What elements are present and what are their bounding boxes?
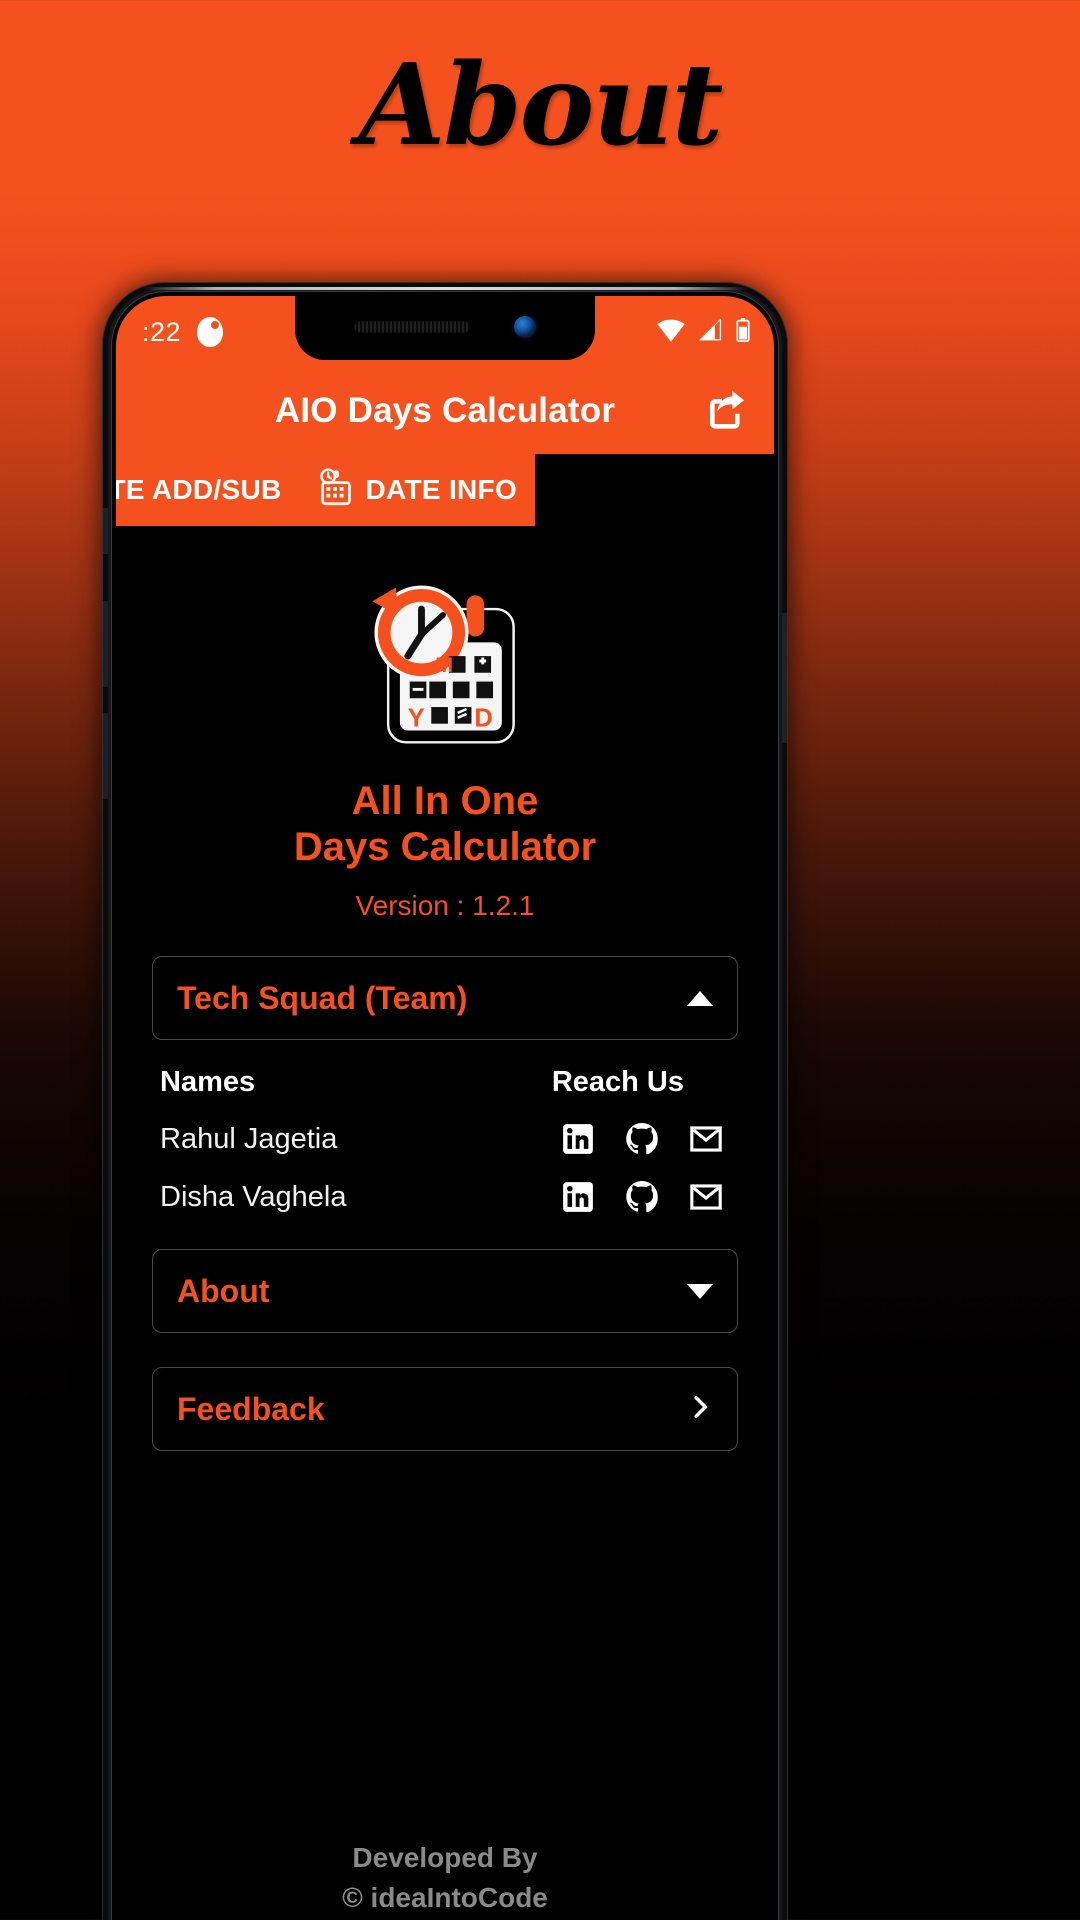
- github-icon[interactable]: [624, 1179, 660, 1215]
- cellular-signal-icon: [697, 317, 727, 348]
- linkedin-icon[interactable]: [560, 1179, 596, 1215]
- tab-label: ATE ADD/SUB: [116, 474, 282, 505]
- app-bar-title: AIO Days Calculator: [274, 391, 616, 430]
- member-links: [560, 1179, 724, 1215]
- app-notification-icon: [197, 317, 224, 347]
- page-title: About: [358, 40, 723, 171]
- phone-mockup: :22 AIO Days Calculator TE ADD/SUB DATE …: [103, 283, 787, 1920]
- calendar-info-icon: [318, 467, 354, 513]
- status-bar-clock: :22: [142, 316, 182, 347]
- team-table-header: Names Reach Us: [152, 1040, 738, 1099]
- tab-date-add-sub[interactable]: ATE ADD/SUB: [116, 454, 300, 526]
- front-camera: [514, 316, 536, 338]
- tab-label: ABOUT ADC: [601, 474, 771, 505]
- svg-text:M: M: [435, 652, 453, 677]
- column-header-names: Names: [160, 1066, 256, 1099]
- status-bar: :22: [116, 296, 774, 368]
- share-icon[interactable]: [700, 385, 752, 437]
- power-button[interactable]: [782, 613, 787, 743]
- tab-label: DATE INFO: [365, 474, 518, 505]
- footer-line1: Developed By: [352, 1841, 538, 1873]
- member-name: Rahul Jagetia: [160, 1122, 338, 1155]
- mute-switch[interactable]: [103, 508, 108, 554]
- github-icon[interactable]: [624, 1121, 660, 1157]
- footer: Developed By © ideaIntoCode: [116, 1838, 774, 1919]
- display-notch: [295, 296, 595, 360]
- svg-text:Y: Y: [408, 705, 425, 733]
- app-version: Version : 1.2.1: [355, 890, 535, 922]
- email-icon[interactable]: [688, 1179, 724, 1215]
- status-bar-left: :22: [142, 316, 224, 348]
- tab-bar: ATE ADD/SUB: [116, 454, 774, 526]
- feedback-panel-label: Feedback: [177, 1390, 325, 1427]
- about-screen-content: M Y D All In One Days Calculator Version…: [116, 526, 774, 1920]
- bezel-highlight: [143, 287, 747, 290]
- member-name: Disha Vaghela: [160, 1180, 347, 1213]
- table-row: Disha Vaghela: [152, 1157, 738, 1215]
- table-row: Rahul Jagetia: [152, 1099, 738, 1157]
- member-links: [560, 1121, 724, 1157]
- chevron-up-icon: [687, 990, 713, 1006]
- app-name-line1: All In One: [351, 779, 539, 823]
- app-name-line2: Days Calculator: [293, 824, 597, 869]
- volume-down-button[interactable]: [103, 713, 108, 799]
- feedback-panel[interactable]: Feedback: [152, 1367, 738, 1452]
- app-bar: AIO Days Calculator: [116, 368, 774, 454]
- earpiece-speaker: [354, 321, 470, 333]
- linkedin-icon[interactable]: [560, 1121, 596, 1157]
- status-bar-right: [654, 317, 754, 348]
- phone-screen: :22 AIO Days Calculator TE ADD/SUB DATE …: [116, 296, 774, 1920]
- team-panel-header[interactable]: Tech Squad (Team): [152, 956, 738, 1041]
- svg-text:D: D: [474, 705, 492, 733]
- team-panel-label: Tech Squad (Team): [177, 979, 468, 1016]
- battery-icon: [736, 317, 750, 347]
- volume-up-button[interactable]: [103, 601, 108, 687]
- footer-line2: © ideaIntoCode: [342, 1882, 548, 1914]
- chevron-down-icon: [687, 1283, 713, 1299]
- chevron-right-icon: [687, 1394, 713, 1425]
- app-name: All In One Days Calculator: [152, 779, 738, 870]
- tab-about-adc[interactable]: ABOUT ADC: [535, 454, 774, 526]
- calendar-clock-icon: [553, 467, 589, 513]
- calendar-clock-logo: M Y D: [347, 562, 543, 763]
- column-header-reach-us: Reach Us: [551, 1066, 684, 1099]
- app-logo-wrapper: M Y D: [152, 526, 738, 763]
- email-icon[interactable]: [688, 1121, 724, 1157]
- about-panel-header[interactable]: About: [152, 1249, 738, 1334]
- about-panel-label: About: [177, 1272, 270, 1309]
- wifi-icon: [654, 317, 688, 348]
- tab-date-info[interactable]: DATE INFO: [300, 454, 536, 526]
